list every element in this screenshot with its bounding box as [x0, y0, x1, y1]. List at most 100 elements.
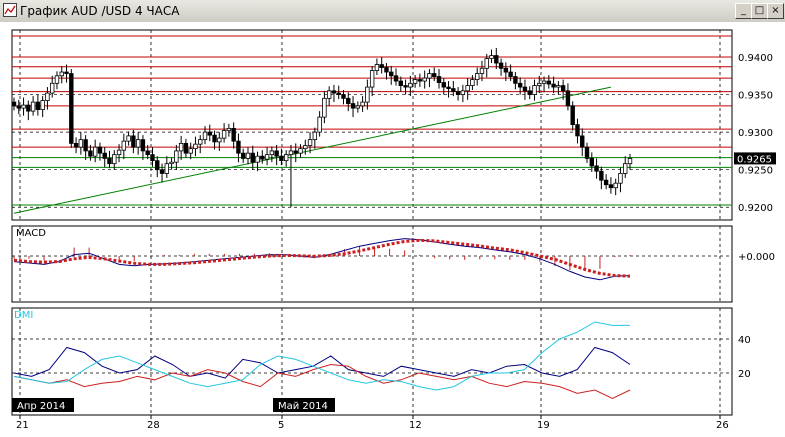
- candle-body: [288, 150, 294, 156]
- candle-body: [527, 90, 532, 95]
- candle-body: [470, 79, 475, 86]
- candle-body: [546, 80, 552, 85]
- candle-body: [346, 97, 351, 104]
- candle-body: [317, 116, 322, 133]
- x-axis-label: 12: [409, 420, 422, 431]
- candle-body: [30, 101, 36, 112]
- candle-body: [532, 85, 537, 95]
- candle-body: [245, 152, 251, 159]
- candle-body: [336, 92, 341, 95]
- candle-body: [551, 83, 556, 88]
- candle-body: [303, 145, 308, 150]
- candle-body: [580, 135, 585, 148]
- candle-body: [250, 152, 255, 163]
- candle-body: [455, 91, 461, 95]
- candle-body: [484, 58, 489, 69]
- candle-body: [293, 150, 298, 154]
- candle-body: [369, 70, 375, 88]
- candle-body: [107, 158, 112, 165]
- candle-body: [589, 158, 594, 167]
- candle-body: [432, 73, 437, 77]
- candle-body: [40, 100, 45, 111]
- candle-body: [260, 155, 265, 160]
- candle-body: [183, 142, 189, 154]
- minimize-button[interactable]: _: [735, 3, 752, 19]
- candle-body: [279, 155, 284, 162]
- candle-body: [88, 150, 93, 157]
- dmi-label: DMI: [14, 310, 33, 321]
- candle-body: [178, 142, 184, 152]
- candle-body: [202, 131, 208, 141]
- candle-body: [231, 127, 236, 142]
- candle-body: [575, 124, 580, 137]
- candle-body: [374, 64, 380, 71]
- candle-body: [26, 104, 31, 112]
- candle-body: [126, 135, 131, 142]
- maximize-button[interactable]: □: [751, 3, 768, 19]
- macd-label: MACD: [16, 228, 46, 239]
- candle-body: [393, 75, 399, 82]
- candle-body: [140, 139, 146, 152]
- candle-body: [608, 184, 614, 189]
- candle-body: [11, 101, 17, 107]
- price-axis-label: 0.9250: [738, 166, 773, 177]
- candle-body: [241, 152, 246, 159]
- window-titlebar[interactable]: График AUD /USD 4 ЧАСА _ □ ×: [0, 0, 785, 23]
- candle-body: [322, 97, 327, 118]
- candle-body: [599, 170, 604, 181]
- candle-body: [556, 85, 561, 88]
- x-axis-label: 5: [278, 420, 284, 431]
- candle-body: [627, 158, 633, 165]
- price-axis-label: 0.9300: [738, 128, 773, 139]
- candle-body: [623, 163, 628, 174]
- candle-body: [174, 150, 179, 163]
- candle-body: [102, 152, 107, 159]
- price-panel[interactable]: [11, 29, 733, 221]
- candle-body: [603, 179, 609, 186]
- candle-body: [131, 135, 136, 148]
- price-axis-label: 0.9200: [738, 203, 773, 214]
- candle-body: [422, 77, 427, 82]
- macd-zero-label: +0.000: [738, 252, 775, 263]
- candle-body: [565, 90, 571, 107]
- candle-body: [135, 139, 141, 148]
- candle-body: [389, 71, 394, 77]
- candle-body: [83, 139, 88, 152]
- dmi-axis-label: 20: [738, 369, 751, 380]
- candle-body: [264, 154, 270, 160]
- chart-svg[interactable]: 0.9400 0.9350 0.9300 0.9250 0.9200 0.9265 MACD…: [0, 22, 785, 437]
- close-button[interactable]: ×: [767, 3, 784, 19]
- candle-body: [594, 165, 599, 172]
- candle-body: [50, 82, 55, 94]
- candle-body: [54, 75, 60, 84]
- chart-window[interactable]: 0.9400 0.9350 0.9300 0.9250 0.9200 0.9265 MACD…: [0, 22, 785, 437]
- dmi-panel[interactable]: [11, 307, 733, 416]
- candle-body: [193, 143, 198, 150]
- candle-body: [460, 90, 466, 95]
- candle-body: [21, 104, 26, 109]
- candle-body: [360, 101, 365, 107]
- candle-body: [312, 131, 318, 141]
- candle-body: [198, 139, 203, 145]
- candle-body: [613, 182, 618, 189]
- candle-body: [155, 160, 160, 171]
- candle-body: [350, 103, 356, 109]
- candle-body: [522, 86, 528, 92]
- x-axis-label: 19: [537, 420, 550, 431]
- candle-body: [112, 154, 117, 165]
- price-axis-label: 0.9350: [738, 91, 773, 102]
- candle-body: [441, 82, 446, 88]
- candle-body: [436, 76, 442, 83]
- candle-body: [78, 139, 84, 148]
- candle-body: [355, 105, 361, 109]
- candle-body: [508, 71, 513, 77]
- candle-body: [503, 67, 509, 73]
- dmi-axis-label: 40: [738, 335, 751, 346]
- candle-body: [451, 88, 456, 92]
- candle-body: [474, 73, 480, 80]
- candle-body: [427, 73, 432, 79]
- candle-body: [298, 148, 303, 154]
- candle-body: [403, 85, 408, 88]
- candle-body: [169, 161, 174, 165]
- candle-body: [398, 80, 403, 86]
